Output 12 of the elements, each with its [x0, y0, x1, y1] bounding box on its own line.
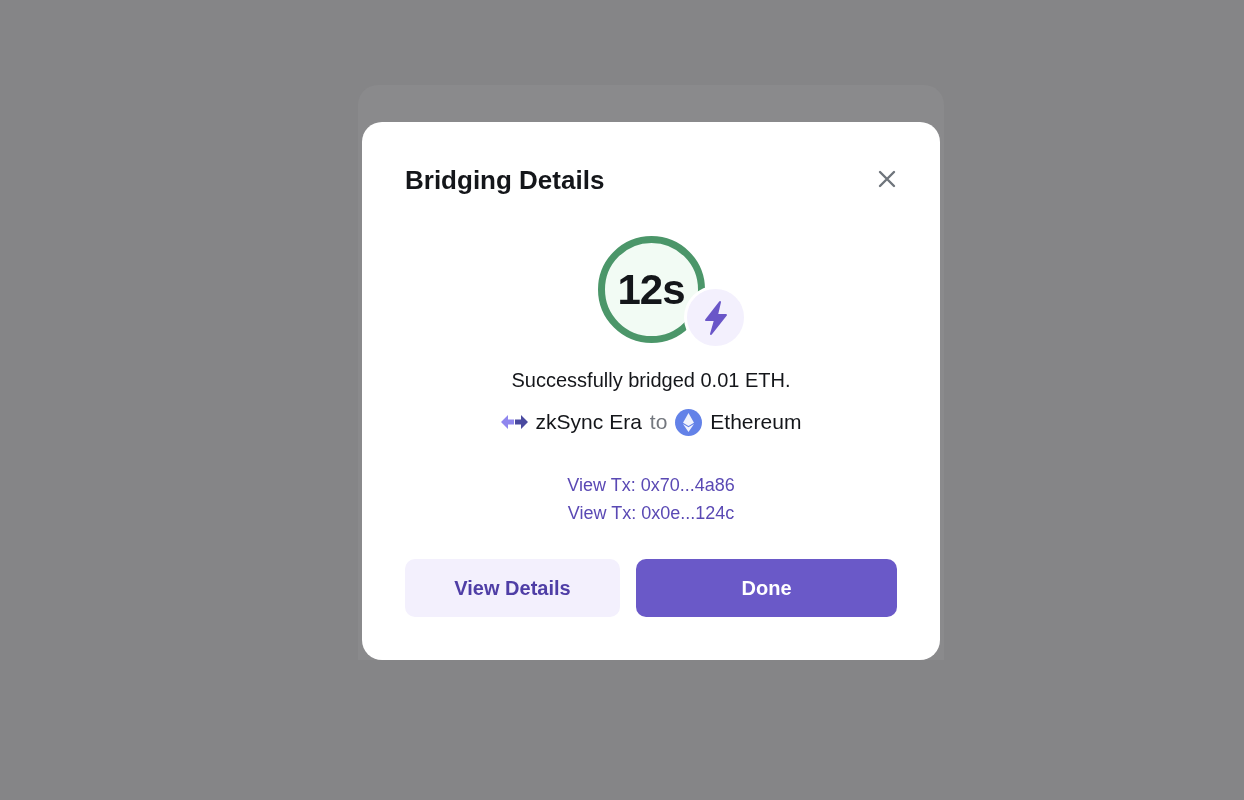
timer-text: 12s: [617, 268, 685, 311]
view-details-button[interactable]: View Details: [405, 559, 620, 617]
dialog-title: Bridging Details: [405, 164, 605, 196]
done-button[interactable]: Done: [636, 559, 897, 617]
double-arrow-icon: [500, 415, 528, 429]
destination-network: Ethereum: [710, 409, 802, 435]
diamond-coin-icon: [675, 408, 703, 436]
transaction-link[interactable]: View Tx: 0x70...4a86: [567, 471, 735, 499]
source-network: zkSync Era: [535, 409, 642, 435]
success-message: Successfully bridged 0.01 ETH.: [510, 368, 792, 393]
route-connector: to: [649, 409, 668, 435]
transaction-link[interactable]: View Tx: 0x0e...124c: [567, 499, 735, 527]
